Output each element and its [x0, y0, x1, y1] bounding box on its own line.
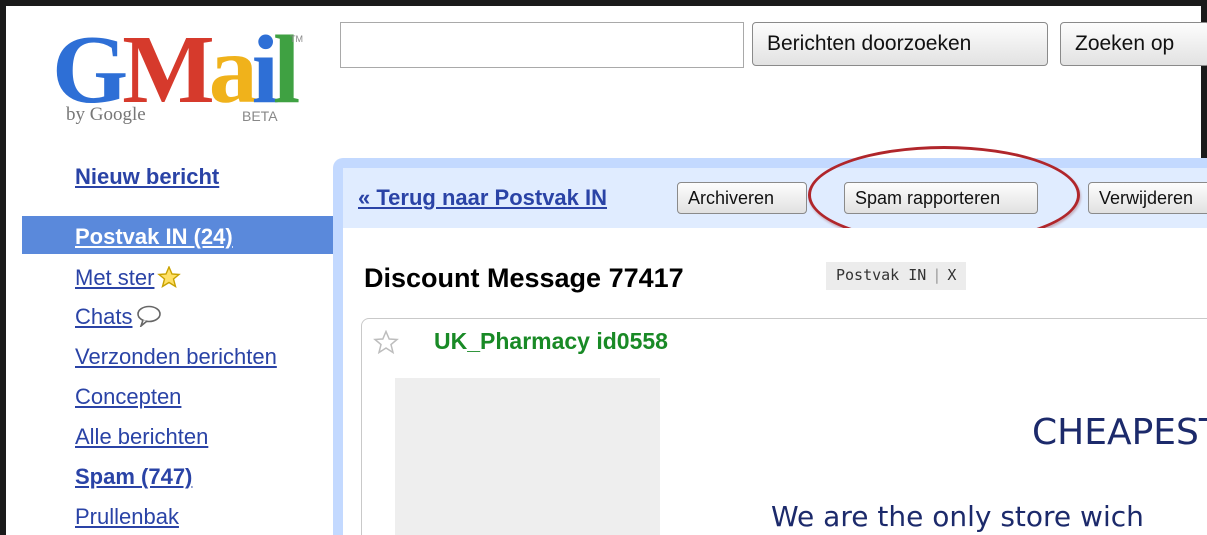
report-spam-button[interactable]: Spam rapporteren [844, 182, 1038, 214]
archive-button[interactable]: Archiveren [677, 182, 807, 214]
message-subject: Discount Message 77417 [364, 263, 684, 293]
message-image-placeholder [395, 378, 660, 535]
sidebar-item-spam[interactable]: Spam (747) [75, 464, 192, 490]
logo-trademark: TM [290, 34, 303, 44]
label-chip-text[interactable]: Postvak IN [836, 266, 926, 284]
label-chip-inbox: Postvak IN | X [826, 262, 967, 290]
sender-name[interactable]: UK_Pharmacy id0558 [434, 328, 668, 355]
logo-by-google: by Google [66, 104, 146, 125]
sidebar-item-label: Chats [75, 304, 133, 329]
search-input[interactable] [340, 22, 744, 68]
sidebar-item-label: Met ster [75, 265, 155, 290]
sidebar-item-all-mail[interactable]: Alle berichten [75, 424, 208, 450]
back-to-inbox-link[interactable]: « Terug naar Postvak IN [358, 185, 607, 211]
sidebar-item-chats[interactable]: Chats [75, 304, 162, 330]
star-outline-icon[interactable] [373, 330, 399, 354]
sidebar-item-starred[interactable]: Met ster [75, 265, 182, 291]
sidebar-item-inbox[interactable]: Postvak IN (24) [75, 224, 233, 250]
message-tagline: We are the only store wich [771, 500, 1144, 533]
gmail-logo[interactable]: GMail TM by Google BETA [52, 20, 312, 140]
message-headline: CHEAPEST [1032, 412, 1207, 453]
sidebar-item-trash[interactable]: Prullenbak [75, 504, 179, 530]
sidebar-item-sent[interactable]: Verzonden berichten [75, 344, 277, 370]
delete-button[interactable]: Verwijderen [1088, 182, 1207, 214]
search-mail-button[interactable]: Berichten doorzoeken [752, 22, 1048, 66]
search-web-button[interactable]: Zoeken op [1060, 22, 1207, 66]
sidebar-item-drafts[interactable]: Concepten [75, 384, 181, 410]
logo-beta: BETA [242, 108, 278, 124]
compose-link[interactable]: Nieuw bericht [75, 164, 219, 190]
label-remove-button[interactable]: X [947, 266, 956, 284]
label-chip-separator: | [932, 266, 942, 284]
star-icon [157, 266, 182, 288]
chat-bubble-icon [137, 305, 162, 327]
